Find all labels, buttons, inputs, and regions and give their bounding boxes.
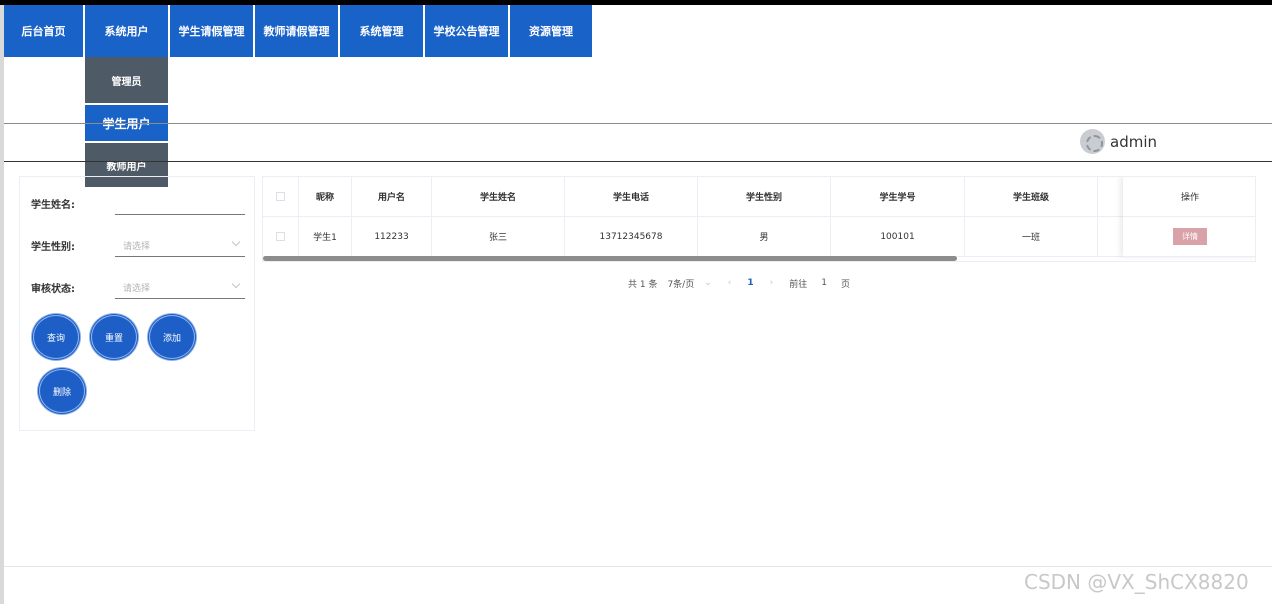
pagination: 共 1 条 7条/页 ⌄ ‹ 1 › 前往 1 页 [628,276,860,290]
divider [4,161,1272,162]
top-nav: 后台首页 系统用户 学生请假管理 教师请假管理 系统管理 学校公告管理 资源管理 [4,5,594,57]
column-header-action: 操作 [1123,177,1255,217]
select-all-cell [263,177,299,217]
avatar[interactable] [1080,129,1105,154]
column-header: 昵称 [299,177,352,217]
nav-item-student-leave[interactable]: 学生请假管理 [170,5,255,57]
watermark: CSDN @VX_ShCX8820 [1024,570,1249,594]
goto-page-input[interactable]: 1 [821,278,827,288]
footer-divider [4,566,1272,567]
name-label: 学生姓名: [31,200,75,211]
nav-item-teacher-leave[interactable]: 教师请假管理 [255,5,340,57]
reset-button[interactable]: 重置 [89,313,139,361]
search-panel: 学生姓名: 学生性别: 请选择 审核状态: 请选择 查询 重置 添加 删除 [19,176,255,431]
student-user-table: 昵称 用户名 学生姓名 学生电话 学生性别 学生学号 学生班级 学生1 1122… [262,176,1256,262]
gender-label: 学生性别: [31,242,75,253]
pagination-total: 共 1 条 [628,279,658,290]
user-info[interactable]: admin [1080,129,1157,154]
username: admin [1110,132,1157,151]
cell-gender: 男 [698,217,831,257]
select-all-checkbox[interactable] [276,192,285,201]
status-filter-row: 审核状态: 请选择 [31,269,246,299]
gender-select[interactable]: 请选择 [115,227,245,257]
cell-nickname: 学生1 [299,217,352,257]
submenu-item-admin[interactable]: 管理员 [85,57,168,103]
prev-page-icon[interactable]: ‹ [728,278,732,288]
name-input[interactable] [115,185,245,215]
horizontal-scrollbar[interactable] [263,256,957,261]
goto-label: 前往 [789,279,808,290]
nav-item-resources[interactable]: 资源管理 [510,5,594,57]
page-unit-label: 页 [841,279,851,290]
cell-student-name: 张三 [432,217,565,257]
cell-class: 一班 [965,217,1098,257]
cell-username: 112233 [352,217,432,257]
next-page-icon[interactable]: › [770,278,774,288]
gender-placeholder: 请选择 [123,242,151,252]
status-placeholder: 请选择 [123,284,151,294]
query-button[interactable]: 查询 [31,313,81,361]
cell-student-no: 100101 [831,217,965,257]
left-edge [0,5,4,604]
column-header: 学生性别 [698,177,831,217]
table-header: 昵称 用户名 学生姓名 学生电话 学生性别 学生学号 学生班级 [263,177,1138,217]
nav-item-system-manage[interactable]: 系统管理 [340,5,425,57]
column-header: 学生学号 [831,177,965,217]
table-row: 学生1 112233 张三 13712345678 男 100101 一班 [263,217,1138,257]
column-header: 学生班级 [965,177,1098,217]
column-header: 学生电话 [565,177,698,217]
chevron-down-icon [231,237,241,247]
chevron-down-icon [231,279,241,289]
nav-item-school-notice[interactable]: 学校公告管理 [425,5,510,57]
status-label: 审核状态: [31,284,75,295]
row-select-cell [263,217,299,257]
name-filter-row: 学生姓名: [31,185,246,215]
chevron-down-icon: ⌄ [704,278,712,288]
gender-filter-row: 学生性别: 请选择 [31,227,246,257]
page-number-current[interactable]: 1 [747,278,753,288]
column-header: 学生姓名 [432,177,565,217]
cell-phone: 13712345678 [565,217,698,257]
page-size-select[interactable]: 7条/页 [667,277,694,290]
add-button[interactable]: 添加 [147,313,197,361]
status-select[interactable]: 请选择 [115,269,245,299]
nav-item-system-users[interactable]: 系统用户 [85,5,170,57]
fixed-action-column: 操作 详情 [1123,177,1255,257]
row-checkbox[interactable] [276,232,285,241]
system-users-submenu: 管理员 学生用户 教师用户 [85,57,168,187]
nav-item-home[interactable]: 后台首页 [4,5,85,57]
cell-action: 详情 [1123,217,1255,257]
column-header: 用户名 [352,177,432,217]
delete-button[interactable]: 删除 [37,367,87,415]
divider [4,123,1272,124]
detail-button[interactable]: 详情 [1173,228,1207,245]
